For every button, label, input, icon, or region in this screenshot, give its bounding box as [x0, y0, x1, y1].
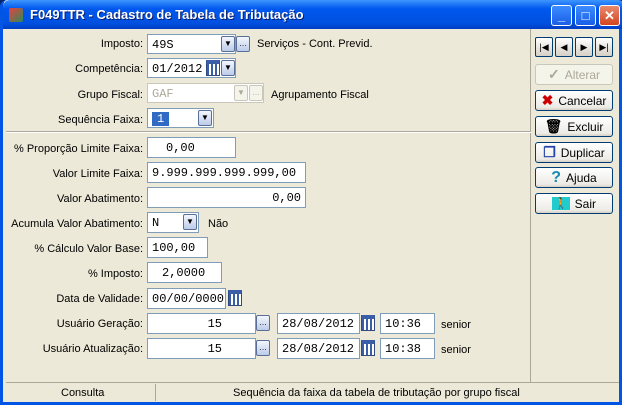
grupo-fiscal-label: Grupo Fiscal: [77, 89, 143, 101]
usuario-atualizacao-lookup-button[interactable]: … [256, 340, 270, 356]
usuario-atualizacao-input[interactable]: 15 [147, 338, 256, 359]
usuario-atualizacao-date[interactable]: 28/08/2012 [277, 338, 360, 359]
valor-abatimento-input[interactable]: 0,00 [147, 187, 306, 208]
imposto-pct-label: % Imposto: [87, 268, 143, 280]
grupo-fiscal-lookup-button: … [249, 85, 263, 101]
status-bar: Consulta Sequência da faixa da tabela de… [6, 382, 619, 402]
imposto-label: Imposto: [100, 38, 143, 50]
data-validade-label: Data de Validade: [56, 293, 143, 305]
acumula-description: Não [208, 218, 229, 230]
alterar-label: Alterar [564, 67, 601, 82]
usuario-atualizacao-time[interactable]: 10:38 [380, 338, 435, 359]
help-icon: ? [551, 168, 562, 186]
sequencia-faixa-value: 1 [152, 112, 170, 126]
usuario-geracao-time[interactable]: 10:36 [380, 313, 435, 334]
usuario-geracao-input[interactable]: 15 [147, 313, 256, 334]
status-hint: Sequência da faixa da tabela de tributaç… [233, 387, 520, 399]
sair-label: Sair [574, 196, 597, 211]
sequencia-faixa-label: Sequência Faixa: [58, 114, 143, 126]
first-record-button[interactable]: |◀ [535, 37, 553, 57]
excluir-label: Excluir [567, 119, 604, 134]
cancelar-button[interactable]: ✖ Cancelar [535, 90, 613, 111]
sair-button[interactable]: 🚶 Sair [535, 193, 613, 214]
minimize-button[interactable]: _ [551, 5, 572, 26]
excluir-button[interactable]: 🗑 Excluir [535, 116, 613, 137]
imposto-pct-input[interactable]: 2,0000 [147, 262, 222, 283]
ajuda-label: Ajuda [566, 170, 597, 185]
calendar-icon[interactable] [361, 340, 375, 356]
app-icon [9, 8, 23, 22]
usuario-geracao-name: senior [441, 319, 471, 331]
calendar-icon[interactable] [228, 290, 242, 306]
exit-icon: 🚶 [551, 197, 570, 210]
usuario-geracao-label: Usuário Geração: [56, 318, 143, 330]
calendar-icon[interactable] [361, 315, 375, 331]
x-icon: ✖ [541, 92, 554, 108]
calendar-icon[interactable] [206, 60, 220, 76]
imposto-lookup-button[interactable]: … [236, 36, 250, 52]
proporcao-input[interactable]: 0,00 [147, 137, 236, 158]
proporcao-label: % Proporção Limite Faixa: [14, 143, 143, 155]
valor-limite-input[interactable]: 9.999.999.999.999,00 [147, 162, 306, 183]
valor-abatimento-label: Valor Abatimento: [56, 193, 143, 205]
next-record-button[interactable]: ▶ [575, 37, 593, 57]
check-icon: ✓ [547, 66, 560, 82]
cancelar-label: Cancelar [558, 93, 607, 108]
calculo-base-input[interactable]: 100,00 [147, 237, 208, 258]
duplicate-icon: ❐ [543, 144, 556, 160]
main-window: F049TTR - Cadastro de Tabela de Tributaç… [0, 0, 622, 405]
calculo-base-label: % Cálculo Valor Base: [34, 243, 143, 255]
trash-icon: 🗑 [544, 118, 563, 134]
acumula-label: Acumula Valor Abatimento: [11, 218, 143, 230]
acumula-dropdown-button[interactable]: ▼ [183, 214, 197, 230]
last-record-button[interactable]: ▶| [595, 37, 613, 57]
competencia-label: Competência: [75, 63, 143, 75]
window-title: F049TTR - Cadastro de Tabela de Tributaç… [30, 7, 304, 22]
usuario-geracao-lookup-button[interactable]: … [256, 315, 270, 331]
sequencia-faixa-dropdown-button[interactable]: ▼ [198, 110, 212, 126]
maximize-button[interactable]: □ [575, 5, 596, 26]
usuario-atualizacao-name: senior [441, 344, 471, 356]
alterar-button: ✓ Alterar [535, 64, 613, 85]
valor-limite-label: Valor Limite Faixa: [52, 168, 143, 180]
grupo-fiscal-dropdown-button: ▼ [234, 85, 248, 101]
ajuda-button[interactable]: ? Ajuda [535, 167, 613, 188]
close-button[interactable]: ✕ [599, 5, 620, 26]
usuario-atualizacao-label: Usuário Atualização: [42, 343, 143, 355]
divider [6, 131, 531, 133]
duplicar-label: Duplicar [560, 145, 605, 160]
usuario-geracao-date[interactable]: 28/08/2012 [277, 313, 360, 334]
title-bar: F049TTR - Cadastro de Tabela de Tributaç… [3, 0, 622, 29]
prev-record-button[interactable]: ◀ [555, 37, 573, 57]
grupo-fiscal-description: Agrupamento Fiscal [271, 89, 369, 101]
imposto-description: Serviços - Cont. Previd. [257, 38, 373, 50]
data-validade-input[interactable]: 00/00/0000 [147, 288, 226, 309]
duplicar-button[interactable]: ❐ Duplicar [535, 142, 613, 163]
imposto-dropdown-button[interactable]: ▼ [221, 36, 235, 52]
status-separator [155, 384, 156, 401]
competencia-dropdown-button[interactable]: ▼ [221, 60, 235, 76]
status-mode: Consulta [61, 387, 105, 399]
